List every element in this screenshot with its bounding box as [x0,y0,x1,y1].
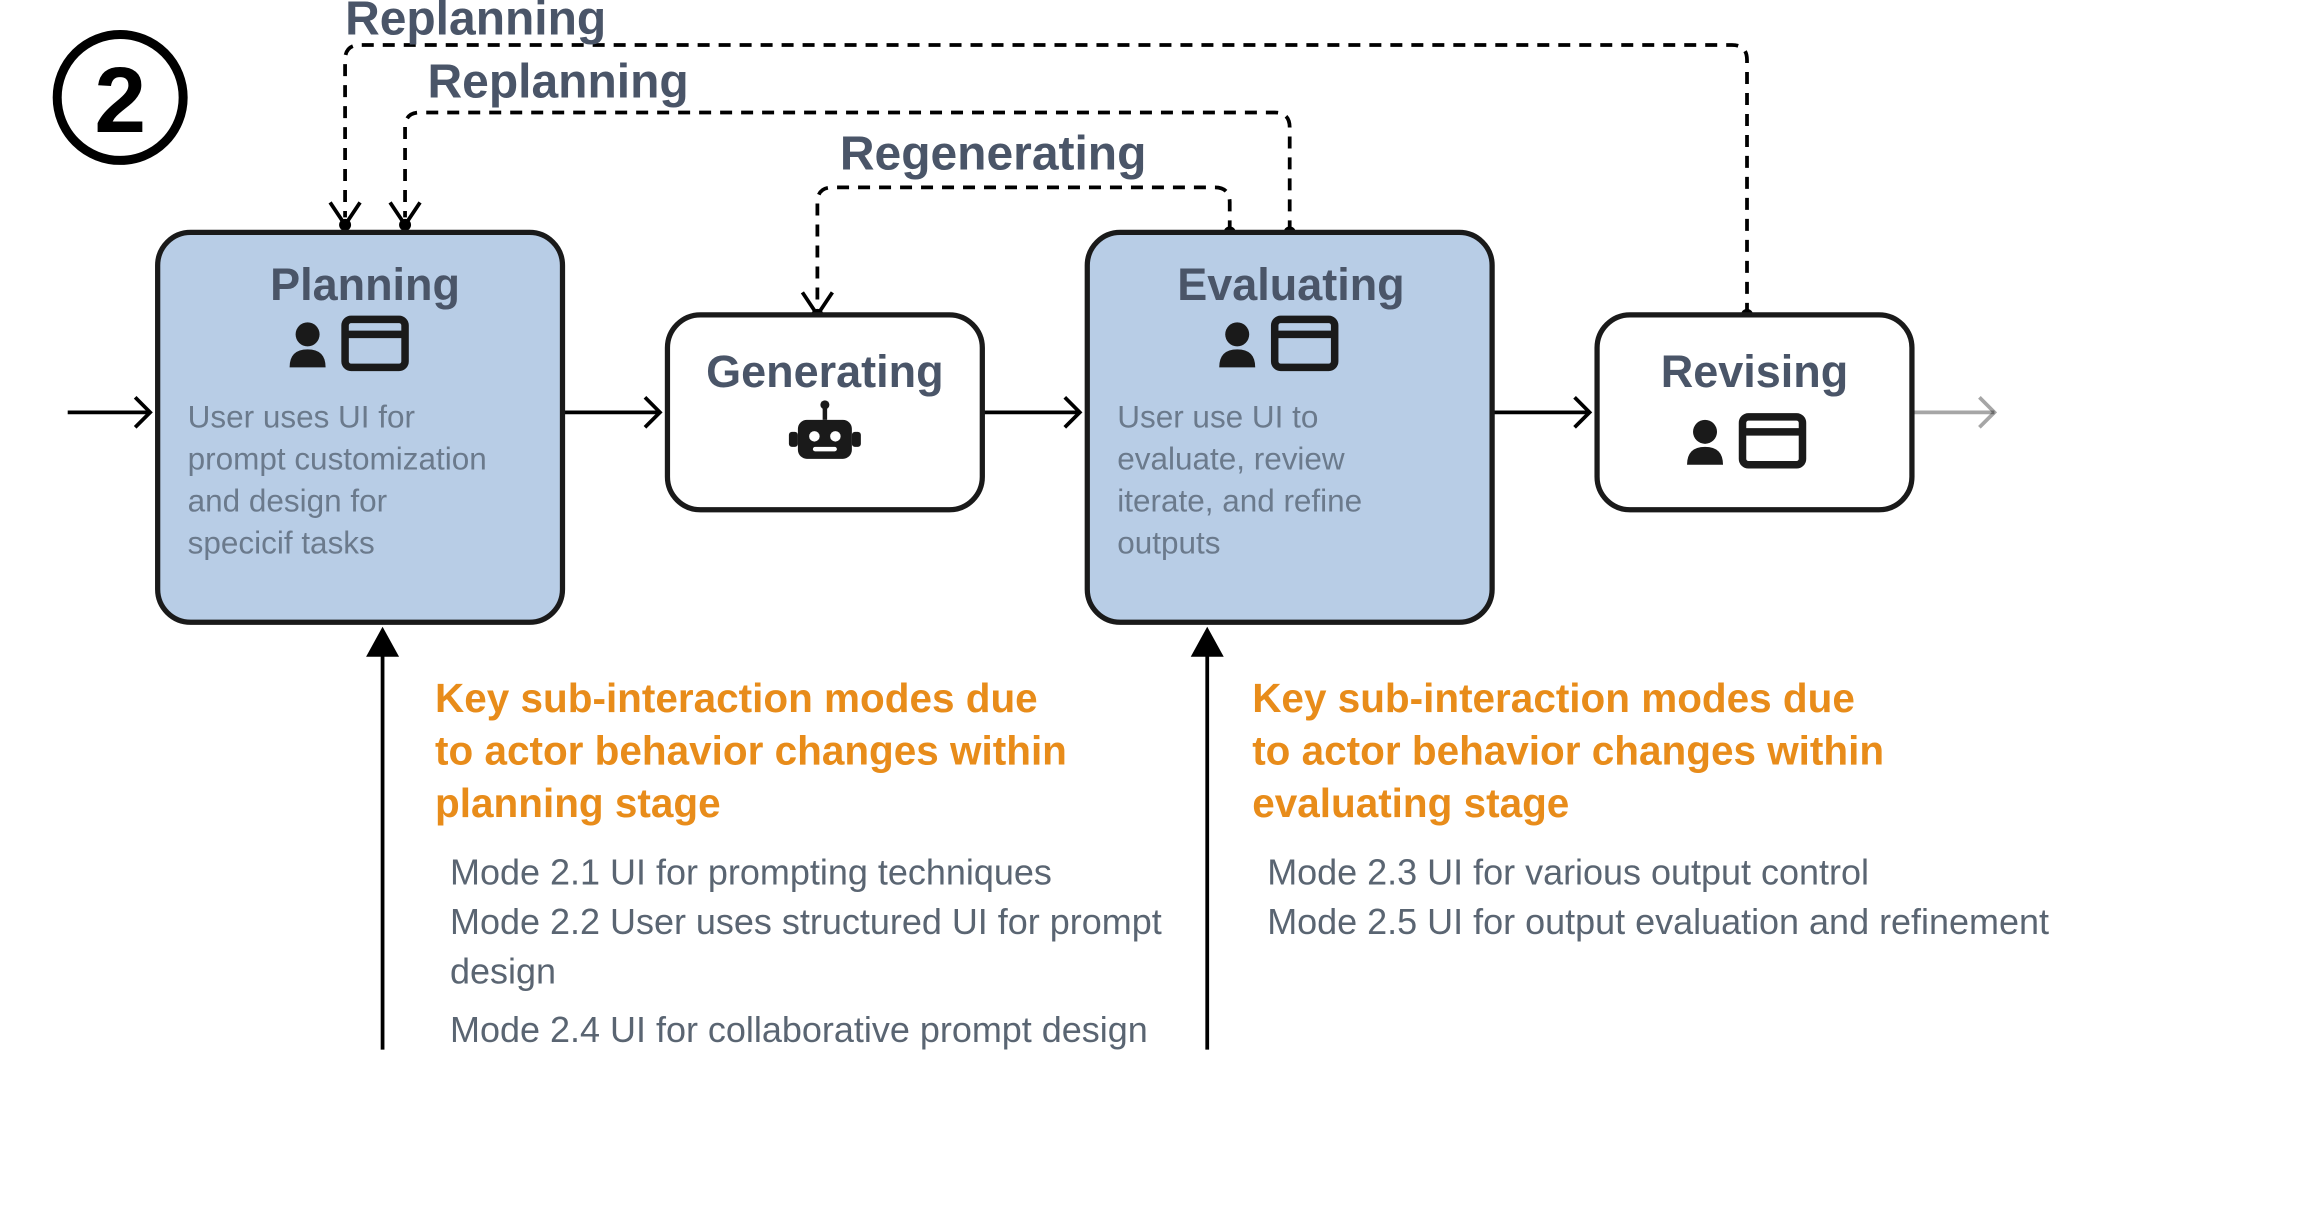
annot-left-i0: Mode 2.1 UI for prompting techniques [450,852,1052,893]
stage-revising: Revising [1597,315,1912,510]
planning-desc-4: specicif tasks [188,525,375,560]
revising-title: Revising [1661,346,1848,397]
diagram: 2 Regenerating Replanning [0,0,2314,1225]
annot-left-i1: Mode 2.2 User uses structured UI for pro… [450,901,1162,942]
annot-right-t2: to actor behavior changes within [1252,728,1884,774]
badge-number: 2 [94,48,146,152]
annot-left-i2: design [450,951,556,992]
stage-evaluating: Evaluating User use UI to evaluate, revi… [1087,232,1492,622]
stage-planning: Planning User uses UI for prompt customi… [158,232,563,622]
annotation-left: Key sub-interaction modes due to actor b… [435,675,1162,1050]
loop-label-replan-top: Replanning [345,0,606,45]
annot-right-t1: Key sub-interaction modes due [1252,675,1855,721]
generating-title: Generating [706,346,943,397]
annot-right-t3: evaluating stage [1252,780,1569,826]
arrow-plan-to-gen [562,397,659,427]
annot-left-t3: planning stage [435,780,721,826]
planning-desc-2: prompt customization [188,441,487,476]
number-badge: 2 [57,34,183,160]
loop-label-regen: Regenerating [840,127,1147,180]
annot-right-i1: Mode 2.5 UI for output evaluation and re… [1267,901,2049,942]
loop-label-replan-mid: Replanning [428,55,689,108]
arrow-exit [1912,397,1994,427]
annotation-arrow-right [1191,627,1224,1050]
evaluating-desc-1: User use UI to [1117,399,1318,434]
evaluating-title: Evaluating [1177,259,1404,310]
annot-left-t2: to actor behavior changes within [435,728,1067,774]
arrow-gen-to-eval [982,397,1079,427]
annot-right-i0: Mode 2.3 UI for various output control [1267,852,1869,893]
annotation-right: Key sub-interaction modes due to actor b… [1252,675,2049,942]
evaluating-desc-2: evaluate, review [1117,441,1345,476]
planning-title: Planning [270,259,460,310]
planning-desc-1: User uses UI for [188,399,415,434]
evaluating-desc-4: outputs [1117,525,1220,560]
arrow-eval-to-rev [1492,397,1589,427]
evaluating-desc-3: iterate, and refine [1117,483,1362,518]
annotation-arrow-left [366,627,399,1050]
stage-generating: Generating [667,315,982,510]
annot-left-i3: Mode 2.4 UI for collaborative prompt des… [450,1009,1148,1050]
arrow-entry [68,397,150,427]
annot-left-t1: Key sub-interaction modes due [435,675,1038,721]
planning-desc-3: and design for [188,483,387,518]
